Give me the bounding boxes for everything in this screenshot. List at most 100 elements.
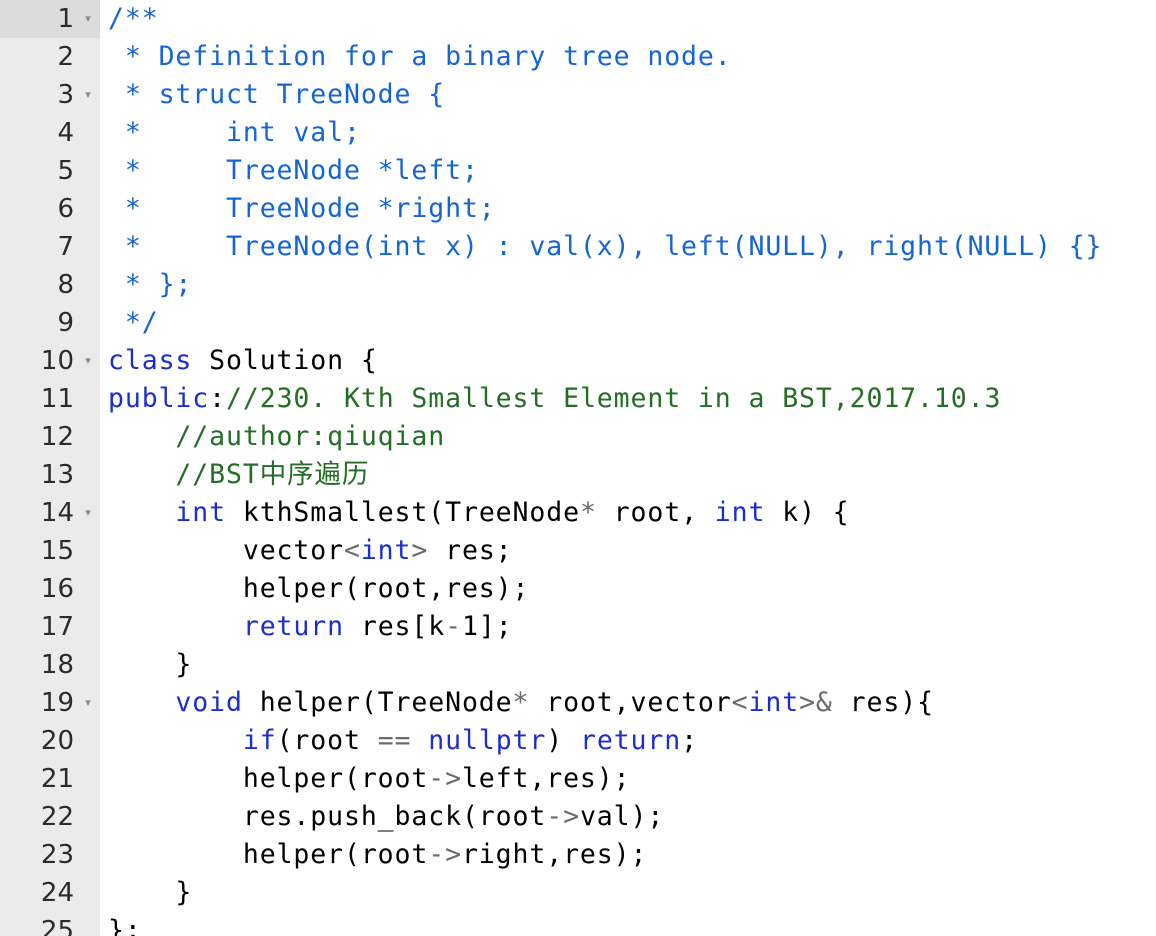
code-token: helper(root — [108, 839, 429, 870]
code-token: val); — [579, 801, 665, 832]
code-text[interactable]: public://230. Kth Smallest Element in a … — [108, 380, 1001, 418]
code-token: left,res); — [461, 763, 631, 794]
code-line[interactable]: 11 public://230. Kth Smallest Element in … — [0, 380, 1156, 418]
code-line[interactable]: 17 return res[k-1]; — [0, 608, 1156, 646]
line-number: 2 — [57, 42, 74, 72]
code-text[interactable]: * int val; — [108, 114, 361, 152]
code-text[interactable]: } — [108, 646, 192, 684]
code-text[interactable]: //BST中序遍历 — [108, 456, 369, 494]
code-line[interactable]: 9 */ — [0, 304, 1156, 342]
code-text[interactable]: * struct TreeNode { — [108, 76, 445, 114]
code-text[interactable]: /** — [108, 0, 159, 38]
line-number: 21 — [40, 764, 74, 794]
code-token: int — [360, 535, 412, 566]
code-token: (root — [276, 725, 378, 756]
code-text[interactable]: helper(root,res); — [108, 570, 529, 608]
gutter-cell: 1 ▾ — [0, 0, 100, 38]
code-token: * TreeNode *right; — [108, 193, 496, 224]
code-text[interactable]: * Definition for a binary tree node. — [108, 38, 732, 76]
code-token: >& — [799, 687, 833, 718]
code-token: -> — [546, 801, 580, 832]
code-line[interactable]: 24 } — [0, 874, 1156, 912]
code-editor[interactable]: 1 ▾/** 2 * Definition for a binary tree no… — [0, 0, 1156, 936]
code-text[interactable]: } — [108, 874, 192, 912]
line-number: 17 — [40, 612, 74, 642]
code-text[interactable]: helper(root->right,res); — [108, 836, 647, 874]
code-line[interactable]: 16 helper(root,res); — [0, 570, 1156, 608]
code-text[interactable]: res.push_back(root->val); — [108, 798, 664, 836]
code-line[interactable]: 2 * Definition for a binary tree node. — [0, 38, 1156, 76]
code-token: helper(TreeNode — [242, 687, 513, 718]
code-token: < — [343, 535, 361, 566]
code-text[interactable]: * TreeNode *right; — [108, 190, 496, 228]
code-line[interactable]: 20 if(root == nullptr) return; — [0, 722, 1156, 760]
code-line[interactable]: 21 helper(root->left,res); — [0, 760, 1156, 798]
line-number: 20 — [40, 726, 74, 756]
code-line[interactable]: 25}; — [0, 912, 1156, 936]
code-line[interactable]: 19 ▾ void helper(TreeNode* root,vector<in… — [0, 684, 1156, 722]
code-text[interactable]: //author:qiuqian — [108, 418, 445, 456]
code-line[interactable]: 3 ▾ * struct TreeNode { — [0, 76, 1156, 114]
gutter-cell: 18 — [0, 646, 100, 684]
line-number: 16 — [40, 574, 74, 604]
code-text[interactable]: * TreeNode(int x) : val(x), left(NULL), … — [108, 228, 1102, 266]
code-area[interactable]: 1 ▾/** 2 * Definition for a binary tree no… — [0, 0, 1156, 936]
gutter-cell: 22 — [0, 798, 100, 836]
code-token: int — [175, 497, 226, 528]
gutter-cell: 25 — [0, 912, 100, 936]
code-token: -> — [428, 839, 462, 870]
line-number: 19 — [40, 688, 74, 718]
code-text[interactable]: class Solution { — [108, 342, 378, 380]
line-number: 4 — [57, 118, 74, 148]
code-line[interactable]: 23 helper(root->right,res); — [0, 836, 1156, 874]
code-line[interactable]: 5 * TreeNode *left; — [0, 152, 1156, 190]
fold-toggle-icon[interactable]: ▾ — [81, 342, 95, 380]
code-line[interactable]: 12 //author:qiuqian — [0, 418, 1156, 456]
line-number: 5 — [57, 156, 74, 186]
line-number: 14 — [40, 498, 74, 528]
code-line[interactable]: 7 * TreeNode(int x) : val(x), left(NULL)… — [0, 228, 1156, 266]
code-line[interactable]: 22 res.push_back(root->val); — [0, 798, 1156, 836]
code-token: Solution { — [192, 345, 378, 376]
code-line[interactable]: 18 } — [0, 646, 1156, 684]
code-text[interactable]: }; — [108, 912, 142, 936]
code-line[interactable]: 14 ▾ int kthSmallest(TreeNode* root, int … — [0, 494, 1156, 532]
code-line[interactable]: 8 * }; — [0, 266, 1156, 304]
code-token: ) — [546, 725, 580, 756]
code-text[interactable]: void helper(TreeNode* root,vector<int>& … — [108, 684, 934, 722]
code-line[interactable]: 1 ▾ /** — [0, 0, 1156, 38]
code-token: public — [108, 383, 210, 414]
code-text[interactable]: return res[k-1]; — [108, 608, 513, 646]
code-token: helper(root,res); — [108, 573, 530, 604]
code-text[interactable]: */ — [108, 304, 159, 342]
code-token: right,res); — [461, 839, 648, 870]
code-text[interactable]: vector<int> res; — [108, 532, 513, 570]
fold-toggle-icon[interactable]: ▾ — [81, 0, 95, 38]
line-number: 25 — [40, 916, 74, 936]
code-line[interactable]: 13 //BST中序遍历 — [0, 456, 1156, 494]
line-number: 7 — [57, 232, 74, 262]
fold-toggle-icon[interactable]: ▾ — [81, 76, 95, 114]
line-number: 22 — [40, 802, 74, 832]
code-token: //BST中序遍历 — [175, 459, 370, 490]
gutter-cell: 16 — [0, 570, 100, 608]
fold-toggle-icon[interactable]: ▾ — [81, 494, 95, 532]
code-text[interactable]: int kthSmallest(TreeNode* root, int k) { — [108, 494, 850, 532]
code-token: * }; — [108, 269, 193, 300]
code-text[interactable]: if(root == nullptr) return; — [108, 722, 698, 760]
code-text[interactable]: helper(root->left,res); — [108, 760, 631, 798]
code-token: res){ — [832, 687, 934, 718]
code-token: nullptr — [428, 725, 547, 756]
code-line[interactable]: 6 * TreeNode *right; — [0, 190, 1156, 228]
code-text[interactable]: * }; — [108, 266, 192, 304]
code-line[interactable]: 15 vector<int> res; — [0, 532, 1156, 570]
code-line[interactable]: 10 ▾ class Solution { — [0, 342, 1156, 380]
code-token: * int val; — [108, 117, 361, 148]
line-number: 8 — [57, 270, 74, 300]
code-line[interactable]: 4 * int val; — [0, 114, 1156, 152]
code-token: * — [512, 687, 530, 718]
fold-toggle-icon[interactable]: ▾ — [81, 684, 95, 722]
code-text[interactable]: * TreeNode *left; — [108, 152, 479, 190]
